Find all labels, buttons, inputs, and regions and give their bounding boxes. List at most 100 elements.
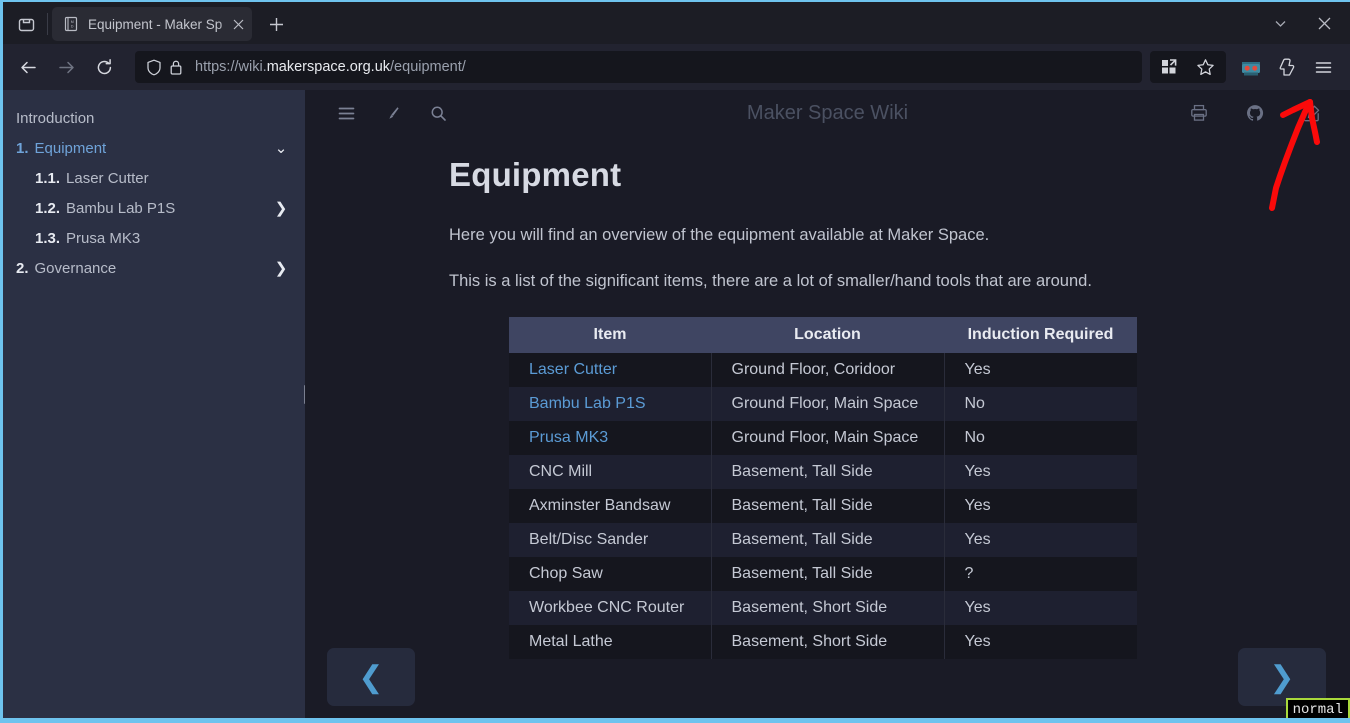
goggles-addon-icon	[1239, 57, 1263, 77]
mode-tooltip: normal	[1286, 698, 1350, 718]
sidebar-item-label: Prusa MK3	[66, 228, 289, 250]
extensions-icon	[1160, 58, 1178, 76]
bookmark-button[interactable]	[1188, 51, 1222, 83]
paintbrush-icon	[384, 105, 401, 122]
page-viewport: Introduction 1.Equipment⌄ 1.1. Laser Cutter…	[3, 90, 1350, 718]
table-cell-item: Axminster Bandsaw	[509, 489, 711, 523]
window-controls	[1258, 6, 1346, 44]
sidebar-item-prusa-mk3[interactable]: 1.3. Prusa MK3	[3, 224, 305, 254]
table-cell-induction: Yes	[944, 353, 1137, 387]
table-cell-location: Ground Floor, Main Space	[711, 421, 944, 455]
printer-icon	[1190, 104, 1208, 122]
hamburger-menu-icon	[1314, 58, 1333, 77]
url-prefix: https://wiki.	[195, 59, 267, 75]
back-button[interactable]	[11, 51, 45, 83]
table-cell-location: Ground Floor, Main Space	[711, 387, 944, 421]
equipment-link[interactable]: Laser Cutter	[529, 361, 617, 378]
sidebar-item-bambu-lab-p1s[interactable]: 1.2.Bambu Lab P1S❯	[3, 194, 305, 224]
table-row: Prusa MK3 Ground Floor, Main SpaceNo	[509, 421, 1137, 455]
shield-icon[interactable]	[143, 59, 165, 76]
app-menu-button[interactable]	[1306, 51, 1340, 83]
equipment-link[interactable]: Bambu Lab P1S	[529, 395, 646, 412]
sidebar-toggle-button[interactable]	[329, 97, 363, 129]
plus-icon	[269, 17, 284, 32]
table-cell-item: Chop Saw	[509, 557, 711, 591]
lock-icon[interactable]	[165, 59, 187, 76]
table-cell-induction: Yes	[944, 455, 1137, 489]
page-navigation: ❮ ❯	[305, 648, 1350, 706]
sidebar-item-label: Introduction	[16, 108, 289, 130]
wiki-content: Maker Space Wiki	[305, 90, 1350, 718]
sidebar-item-number: 1.3.	[35, 228, 60, 250]
sidebar-item-laser-cutter[interactable]: 1.1. Laser Cutter	[3, 164, 305, 194]
table-column-header: Item	[509, 317, 711, 353]
list-all-tabs-button[interactable]	[1258, 6, 1302, 40]
edit-page-button[interactable]	[1294, 97, 1328, 129]
print-button[interactable]	[1182, 97, 1216, 129]
sidebar-item-number: 1.1.	[35, 168, 60, 190]
table-header-row: ItemLocationInduction Required	[509, 317, 1137, 353]
chevron-down-icon[interactable]: ⌄	[273, 138, 289, 160]
sidebar-item-label: Governance	[35, 258, 273, 280]
table-cell-location: Basement, Tall Side	[711, 489, 944, 523]
document-body: Equipment Here you will find an overview…	[305, 136, 1350, 659]
chevron-down-icon	[1273, 16, 1288, 31]
extensions-button[interactable]	[1152, 51, 1186, 83]
chevron-right-icon[interactable]: ❯	[273, 198, 289, 220]
table-row: Chop SawBasement, Tall Side?	[509, 557, 1137, 591]
new-tab-button[interactable]	[260, 8, 292, 40]
close-icon	[1317, 16, 1332, 31]
chevron-right-icon[interactable]: ❯	[273, 258, 289, 280]
container-tabs-button[interactable]	[1270, 51, 1304, 83]
table-row: Workbee CNC RouterBasement, Short SideYe…	[509, 591, 1137, 625]
wiki-sidebar: Introduction 1.Equipment⌄ 1.1. Laser Cutter…	[3, 90, 305, 718]
table-cell-location: Ground Floor, Coridoor	[711, 353, 944, 387]
svg-text:D: D	[71, 24, 74, 28]
url-host: makerspace.org.uk	[267, 59, 390, 75]
page-actions-group	[1150, 51, 1226, 83]
browser-toolbar: https://wiki.makerspace.org.uk/equipment…	[3, 44, 1350, 90]
window-close-button[interactable]	[1302, 6, 1346, 40]
tab-close-button[interactable]	[229, 15, 247, 33]
sidebar-item-introduction[interactable]: Introduction	[3, 104, 305, 134]
reload-button[interactable]	[87, 51, 121, 83]
sidebar-item-label: Laser Cutter	[66, 168, 289, 190]
browser-window: M D Equipment - Maker Sp	[0, 0, 1350, 723]
tab-list-button[interactable]	[9, 7, 43, 41]
search-button[interactable]	[421, 97, 455, 129]
table-cell-item: CNC Mill	[509, 455, 711, 489]
table-row: Axminster BandsawBasement, Tall SideYes	[509, 489, 1137, 523]
sidebar-item-equipment[interactable]: 1.Equipment⌄	[3, 134, 305, 164]
table-row: Belt/Disc SanderBasement, Tall SideYes	[509, 523, 1137, 557]
goggles-addon-button[interactable]	[1234, 51, 1268, 83]
equipment-table: ItemLocationInduction Required Laser Cut…	[509, 317, 1137, 659]
table-cell-induction: No	[944, 421, 1137, 455]
table-cell-location: Basement, Tall Side	[711, 523, 944, 557]
sidebar-item-governance[interactable]: 2.Governance❯	[3, 254, 305, 284]
sidebar-item-label: Equipment	[35, 138, 273, 160]
table-column-header: Location	[711, 317, 944, 353]
url-bar[interactable]: https://wiki.makerspace.org.uk/equipment…	[135, 51, 1142, 83]
table-cell-induction: Yes	[944, 591, 1137, 625]
previous-page-button[interactable]: ❮	[327, 648, 415, 706]
chevron-left-icon: ❮	[358, 660, 383, 695]
table-cell-item: Laser Cutter	[509, 353, 711, 387]
chevron-right-icon: ❯	[1269, 660, 1294, 695]
sidebar-resize-handle[interactable]	[304, 385, 305, 404]
table-cell-location: Basement, Tall Side	[711, 557, 944, 591]
table-cell-item: Prusa MK3	[509, 421, 711, 455]
equipment-link[interactable]: Prusa MK3	[529, 429, 608, 446]
table-cell-item: Workbee CNC Router	[509, 591, 711, 625]
browser-tab[interactable]: M D Equipment - Maker Sp	[52, 7, 252, 41]
table-cell-induction: Yes	[944, 523, 1137, 557]
forward-button[interactable]	[49, 51, 83, 83]
table-row: Bambu Lab P1SGround Floor, Main SpaceNo	[509, 387, 1137, 421]
tab-strip-divider	[47, 13, 48, 35]
theme-button[interactable]	[375, 97, 409, 129]
edit-pencil-icon	[1302, 104, 1321, 123]
github-button[interactable]	[1238, 97, 1272, 129]
table-cell-location: Basement, Tall Side	[711, 455, 944, 489]
table-cell-induction: ?	[944, 557, 1137, 591]
page-title: Equipment	[449, 156, 1350, 194]
book-favicon: M D	[63, 16, 79, 32]
